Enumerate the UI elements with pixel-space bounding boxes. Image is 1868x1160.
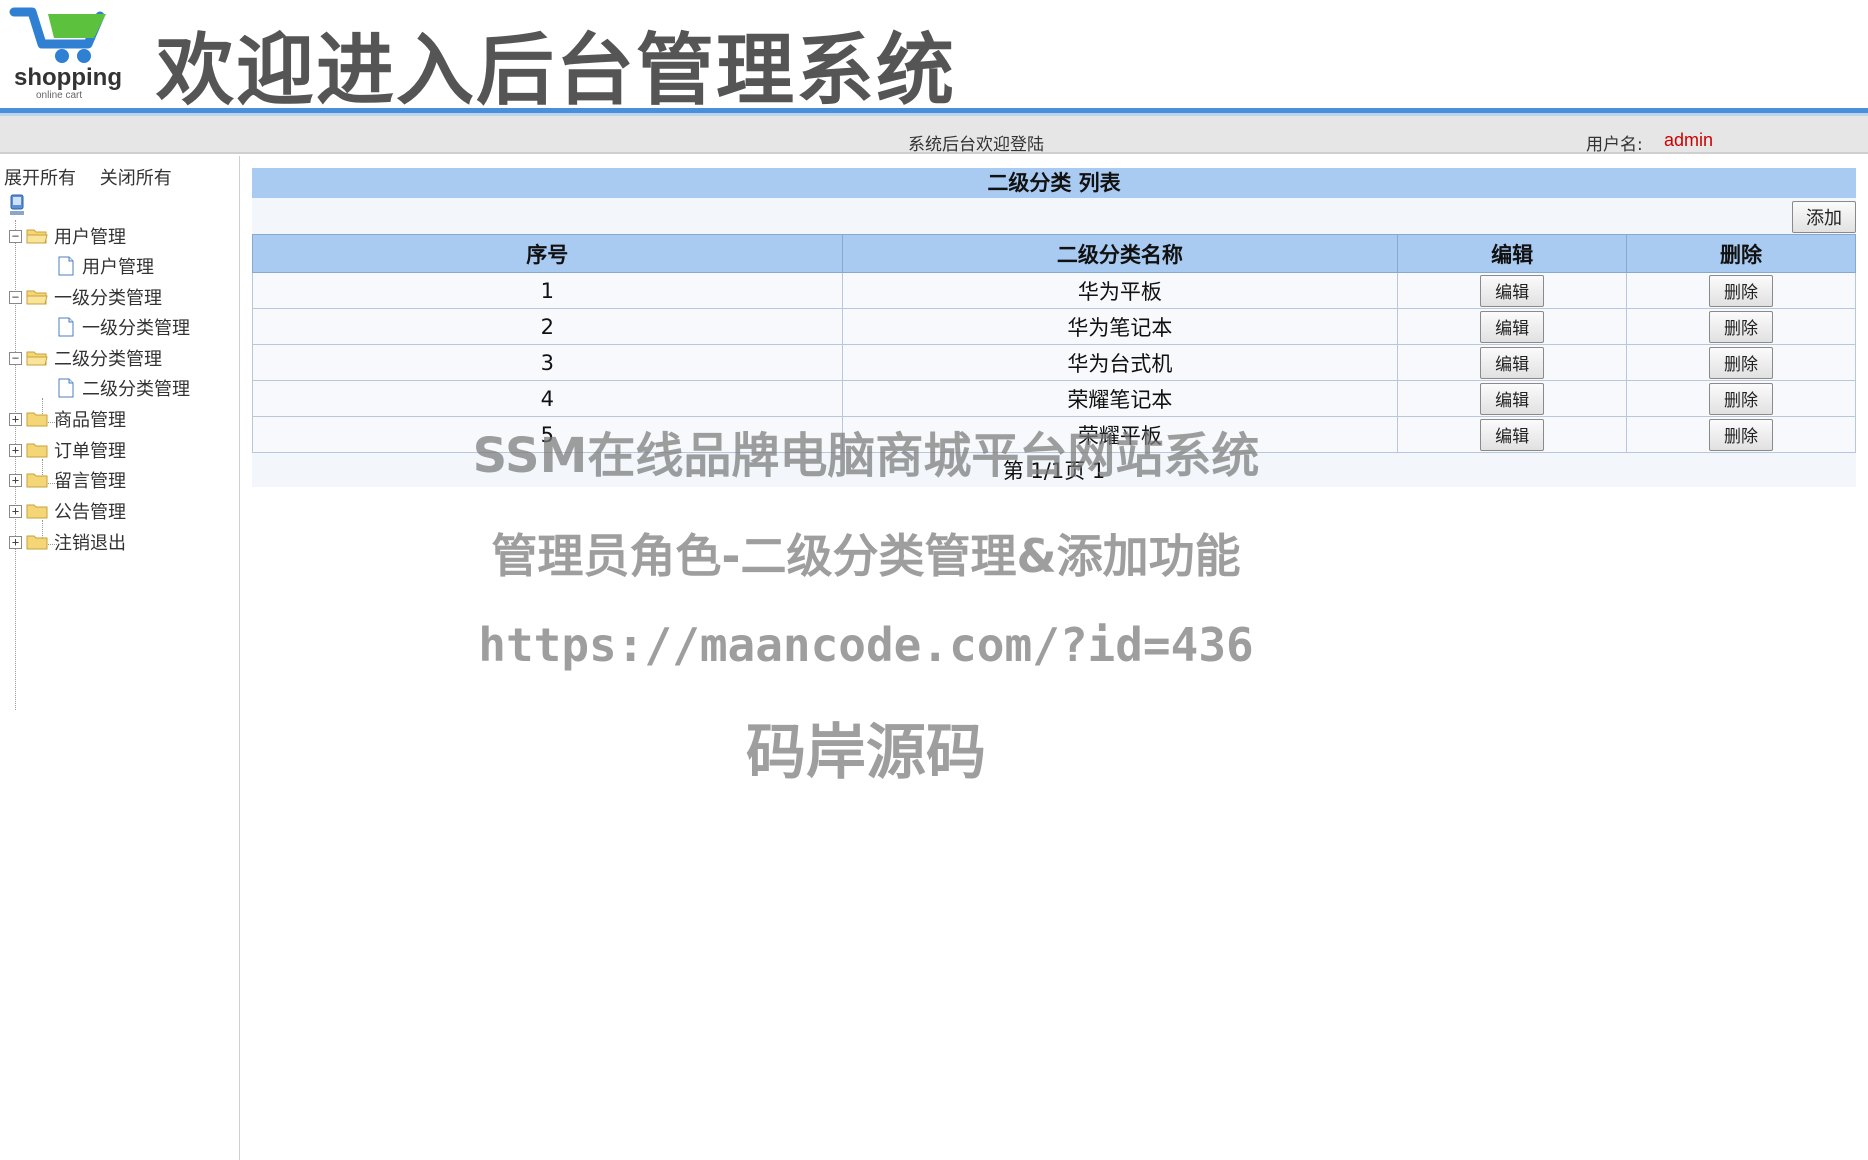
computer-icon xyxy=(10,194,24,215)
expand-all-link[interactable]: 展开所有 xyxy=(4,168,76,189)
tree-leaf-label: 二级分类管理 xyxy=(82,379,190,400)
column-header-id: 序号 xyxy=(252,234,843,273)
row-edit-cell: 编辑 xyxy=(1397,308,1628,345)
row-delete-cell: 删除 xyxy=(1626,272,1856,309)
delete-button[interactable]: 删除 xyxy=(1709,382,1774,415)
edit-button[interactable]: 编辑 xyxy=(1480,310,1545,343)
collapse-all-link[interactable]: 关闭所有 xyxy=(100,168,172,189)
row-id: 1 xyxy=(252,272,843,309)
row-name: 华为台式机 xyxy=(841,344,1399,381)
row-name: 荣耀笔记本 xyxy=(841,380,1399,417)
tree-leaf-user[interactable]: 用户管理 xyxy=(58,254,154,278)
row-id: 4 xyxy=(252,380,843,417)
watermark-line: SSM在线品牌电脑商城平台网站系统 xyxy=(472,428,1260,484)
expand-icon[interactable]: + xyxy=(9,504,22,518)
toolbar: 添加 xyxy=(252,198,1856,234)
tree-leaf-label: 一级分类管理 xyxy=(82,318,190,339)
table-row: 1 华为平板 编辑 删除 xyxy=(252,272,1856,309)
row-id: 3 xyxy=(252,344,843,381)
watermark-line: 码岸源码 xyxy=(746,718,986,788)
add-button[interactable]: 添加 xyxy=(1792,201,1856,233)
edit-button[interactable]: 编辑 xyxy=(1480,382,1545,415)
column-header-name: 二级分类名称 xyxy=(841,234,1399,273)
table-header-row: 序号 二级分类名称 编辑 删除 xyxy=(252,234,1856,273)
delete-button[interactable]: 删除 xyxy=(1709,346,1774,379)
tree-group-label: 一级分类管理 xyxy=(54,288,162,309)
row-delete-cell: 删除 xyxy=(1626,380,1856,417)
logo-text: shopping xyxy=(14,64,122,91)
tree-leaf-label: 用户管理 xyxy=(82,257,154,278)
page-icon xyxy=(58,317,74,337)
tree-leaf-category1[interactable]: 一级分类管理 xyxy=(58,315,190,339)
collapse-icon[interactable]: − xyxy=(9,229,22,243)
table-row: 4 荣耀笔记本 编辑 删除 xyxy=(252,380,1856,417)
delete-button[interactable]: 删除 xyxy=(1709,310,1774,343)
site-title: 欢迎进入后台管理系统 xyxy=(156,26,957,116)
tree-group-user[interactable]: − 用户管理 xyxy=(9,224,126,248)
folder-open-icon xyxy=(26,229,48,244)
list-title: 二级分类 列表 xyxy=(252,168,1856,198)
tree-controls: 展开所有 关闭所有 xyxy=(4,164,190,190)
tree-group-label: 用户管理 xyxy=(54,227,126,248)
collapse-icon[interactable]: − xyxy=(9,290,22,304)
collapse-icon[interactable]: − xyxy=(9,351,22,365)
row-name: 华为平板 xyxy=(841,272,1399,309)
header: shopping online cart 欢迎进入后台管理系统 xyxy=(0,0,1868,116)
username-label: 用户名: xyxy=(1586,135,1643,155)
edit-button[interactable]: 编辑 xyxy=(1480,274,1545,307)
row-edit-cell: 编辑 xyxy=(1397,272,1628,309)
row-name: 华为笔记本 xyxy=(841,308,1399,345)
column-header-delete: 删除 xyxy=(1626,234,1856,273)
table-row: 2 华为笔记本 编辑 删除 xyxy=(252,308,1856,345)
page-icon xyxy=(58,256,74,276)
row-delete-cell: 删除 xyxy=(1626,344,1856,381)
status-bar: 系统后台欢迎登陆 用户名: admin xyxy=(0,116,1868,155)
row-delete-cell: 删除 xyxy=(1626,308,1856,345)
tree-group-category1[interactable]: − 一级分类管理 xyxy=(9,285,162,309)
page-icon xyxy=(58,378,74,398)
tree-leaf-category2[interactable]: 二级分类管理 xyxy=(58,376,190,400)
row-id: 2 xyxy=(252,308,843,345)
edit-button[interactable]: 编辑 xyxy=(1480,346,1545,379)
folder-open-icon xyxy=(26,290,48,305)
watermark-line: 管理员角色-二级分类管理&添加功能 xyxy=(491,529,1241,583)
table-row: 3 华为台式机 编辑 删除 xyxy=(252,344,1856,381)
row-edit-cell: 编辑 xyxy=(1397,344,1628,381)
folder-icon xyxy=(26,504,48,519)
row-edit-cell: 编辑 xyxy=(1397,380,1628,417)
folder-open-icon xyxy=(26,351,48,366)
logo-subtext: online cart xyxy=(36,90,83,101)
tree-group-label: 二级分类管理 xyxy=(54,349,162,370)
watermark-line: https://maancode.com/?id=436 xyxy=(478,618,1254,672)
column-header-edit: 编辑 xyxy=(1397,234,1628,273)
username-value: admin xyxy=(1664,130,1714,150)
welcome-text: 系统后台欢迎登陆 xyxy=(908,135,1044,155)
delete-button[interactable]: 删除 xyxy=(1709,274,1774,307)
tree-group-category2[interactable]: − 二级分类管理 xyxy=(9,346,162,370)
